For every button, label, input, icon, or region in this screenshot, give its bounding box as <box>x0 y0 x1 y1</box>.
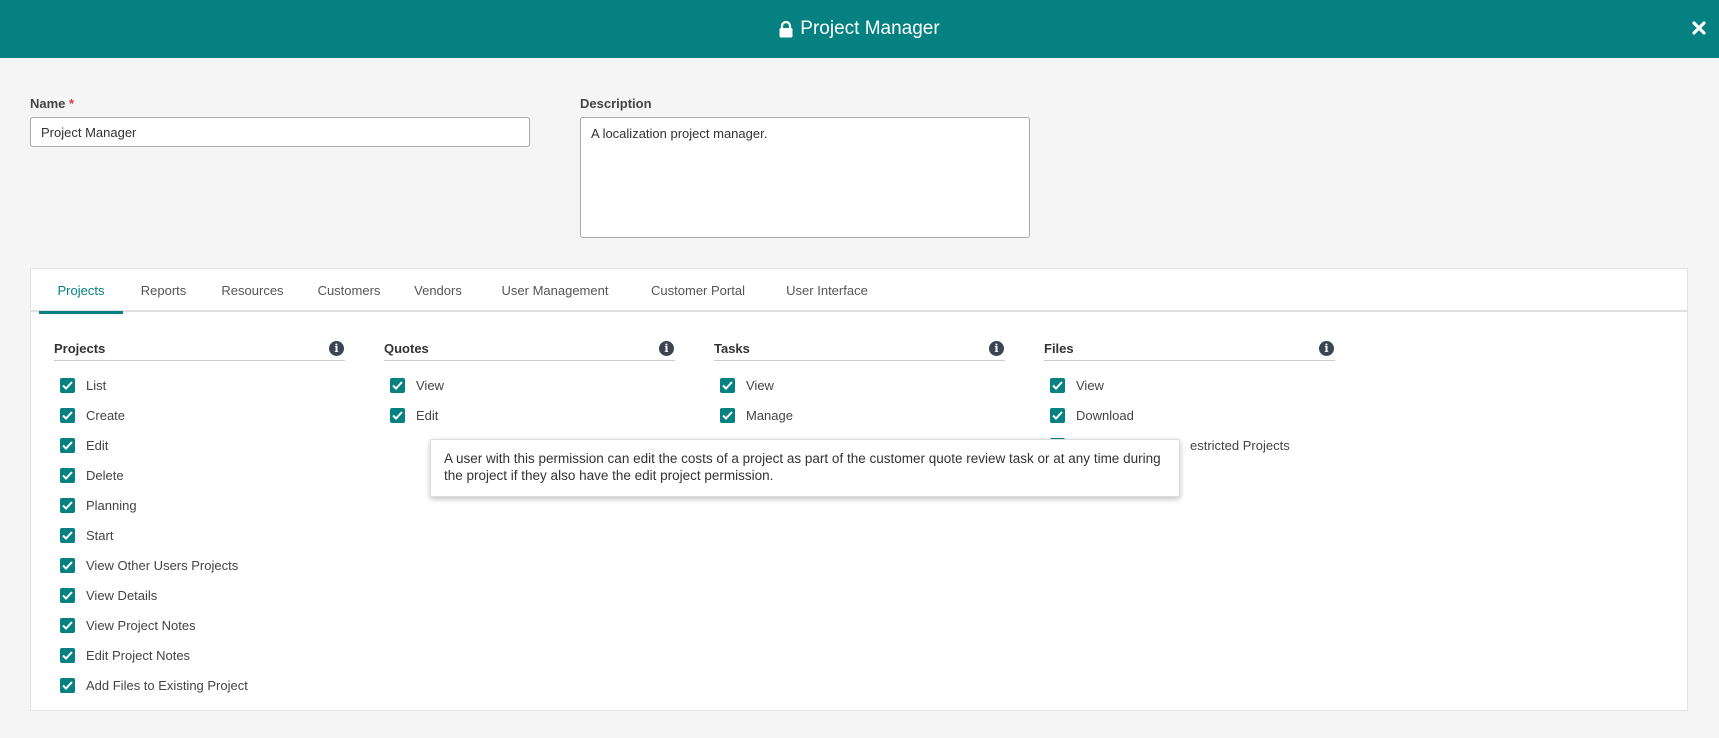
close-icon[interactable] <box>1689 18 1709 38</box>
permission-item[interactable]: Planning <box>54 490 345 520</box>
files-section-title: Files <box>1044 341 1074 356</box>
permission-item[interactable]: Edit <box>384 400 675 430</box>
permission-label: Edit <box>416 407 439 423</box>
permission-label: Download <box>1076 407 1134 423</box>
projects-section-header: Projects i <box>54 337 345 361</box>
permission-label: View <box>416 377 444 393</box>
permission-item[interactable]: View Project Notes <box>54 610 345 640</box>
tab-projects[interactable]: Projects <box>39 269 123 314</box>
permission-label: List <box>86 377 107 393</box>
tab-user-interface[interactable]: User Interface <box>765 269 889 312</box>
name-label-text: Name <box>30 96 66 111</box>
permission-item[interactable]: Download <box>1044 400 1335 430</box>
permission-label: Planning <box>86 497 137 513</box>
permission-label: View <box>1076 377 1104 393</box>
permission-item[interactable]: List <box>54 370 345 400</box>
permission-label: estricted Projects <box>1190 437 1290 453</box>
info-icon[interactable]: i <box>329 341 344 356</box>
description-label: Description <box>580 96 652 111</box>
permission-item[interactable]: View Details <box>54 580 345 610</box>
permission-item[interactable]: Add Files to Existing Project <box>54 670 345 700</box>
quotes-permission-list: View Edit <box>384 370 675 430</box>
permission-label: Edit Project Notes <box>86 647 191 663</box>
modal-title: Project Manager <box>0 0 1719 58</box>
permission-item[interactable]: Create <box>54 400 345 430</box>
permission-item[interactable]: Edit <box>54 430 345 460</box>
tab-customer-portal[interactable]: Customer Portal <box>631 269 765 312</box>
permission-label: View Details <box>86 587 158 603</box>
info-icon[interactable]: i <box>659 341 674 356</box>
tab-resources[interactable]: Resources <box>204 269 301 312</box>
checkbox-checked-icon[interactable] <box>60 557 75 573</box>
checkbox-checked-icon[interactable] <box>60 467 75 483</box>
tab-user-management[interactable]: User Management <box>479 269 631 312</box>
permission-item[interactable]: View <box>714 370 1005 400</box>
permission-item[interactable]: Edit Project Notes <box>54 640 345 670</box>
name-label: Name * <box>30 96 74 111</box>
info-icon[interactable]: i <box>989 341 1004 356</box>
projects-permission-list: List Create Edit Delete Planning Start V… <box>54 370 345 700</box>
checkbox-checked-icon[interactable] <box>60 647 75 663</box>
checkbox-checked-icon[interactable] <box>60 437 75 453</box>
tasks-permissions: Tasks i View Manage <box>714 337 1005 430</box>
tab-vendors[interactable]: Vendors <box>397 269 479 312</box>
description-value: A localization project manager. <box>591 126 768 141</box>
permission-label: Edit <box>86 437 109 453</box>
permission-tabs: Projects Reports Resources Customers Ven… <box>31 269 1687 314</box>
quotes-section-header: Quotes i <box>384 337 675 361</box>
tasks-section-title: Tasks <box>714 341 750 356</box>
checkbox-checked-icon[interactable] <box>60 497 75 513</box>
tasks-permission-list: View Manage <box>714 370 1005 430</box>
checkbox-checked-icon[interactable] <box>60 617 75 633</box>
checkbox-checked-icon[interactable] <box>60 407 75 423</box>
permission-item[interactable]: View <box>1044 370 1335 400</box>
lock-icon <box>779 20 793 38</box>
tab-customers[interactable]: Customers <box>301 269 397 312</box>
required-mark: * <box>69 96 75 111</box>
description-textarea[interactable]: A localization project manager. <box>580 117 1030 238</box>
permission-label: Create <box>86 407 126 423</box>
checkbox-checked-icon[interactable] <box>390 377 405 393</box>
permission-item[interactable]: View Other Users Projects <box>54 550 345 580</box>
permission-label: Start <box>86 527 114 543</box>
tab-reports[interactable]: Reports <box>123 269 204 312</box>
checkbox-checked-icon[interactable] <box>720 407 735 423</box>
checkbox-checked-icon[interactable] <box>720 377 735 393</box>
permission-item[interactable]: Manage <box>714 400 1005 430</box>
permission-tooltip: A user with this permission can edit the… <box>430 439 1180 497</box>
checkbox-checked-icon[interactable] <box>1050 407 1065 423</box>
permission-label: View Other Users Projects <box>86 557 239 573</box>
checkbox-checked-icon[interactable] <box>60 527 75 543</box>
permission-label: View Project Notes <box>86 617 196 633</box>
files-section-header: Files i <box>1044 337 1335 361</box>
permission-item[interactable]: View <box>384 370 675 400</box>
checkbox-checked-icon[interactable] <box>60 587 75 603</box>
quotes-permissions: Quotes i View Edit <box>384 337 675 430</box>
checkbox-checked-icon[interactable] <box>1050 377 1065 393</box>
projects-section-title: Projects <box>54 341 106 356</box>
checkbox-checked-icon[interactable] <box>60 377 75 393</box>
info-icon[interactable]: i <box>1319 341 1334 356</box>
permission-label: Manage <box>746 407 793 423</box>
modal-title-text: Project Manager <box>800 18 940 39</box>
projects-permissions: Projects i List Create Edit Delete Plann… <box>54 337 345 700</box>
tasks-section-header: Tasks i <box>714 337 1005 361</box>
permission-item[interactable]: Start <box>54 520 345 550</box>
modal-header: Project Manager <box>0 0 1719 58</box>
name-input-value: Project Manager <box>41 124 137 140</box>
checkbox-checked-icon[interactable] <box>390 407 405 423</box>
permission-item[interactable]: Delete <box>54 460 345 490</box>
checkbox-checked-icon[interactable] <box>60 677 75 693</box>
name-input[interactable]: Project Manager <box>30 117 530 147</box>
permission-label: Add Files to Existing Project <box>86 677 248 693</box>
quotes-section-title: Quotes <box>384 341 429 356</box>
permission-label: Delete <box>86 467 124 483</box>
permission-label: View <box>746 377 774 393</box>
